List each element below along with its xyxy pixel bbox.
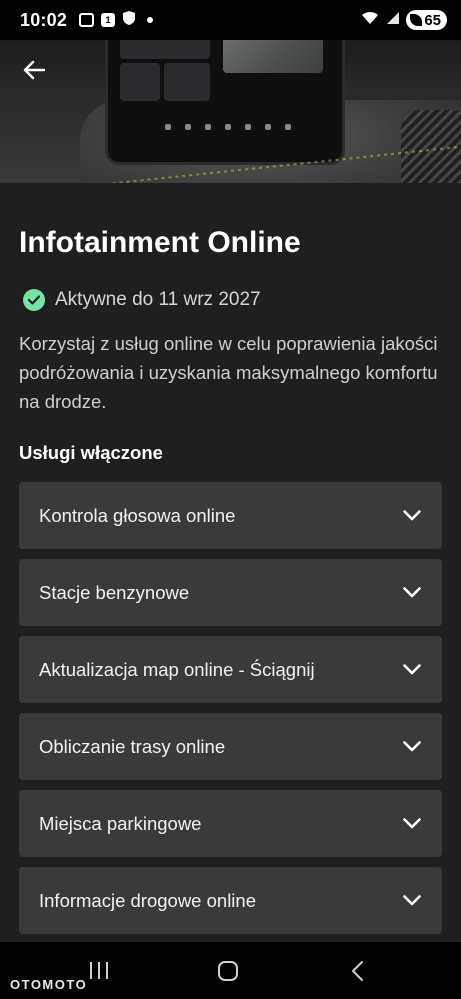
chevron-down-icon[interactable] [402,737,422,757]
status-text: Aktywne do 11 wrz 2027 [55,289,261,310]
infotainment-screen-illustration [105,40,345,165]
system-nav-bar: OTOMOTO [0,942,461,999]
battery-level: 65 [424,11,441,29]
screen-bottom-bar [118,118,338,136]
map-illustration [223,40,323,73]
signal-icon [386,11,400,30]
screenshot-icon [79,13,95,27]
chevron-left-icon [352,961,363,981]
arrow-left-icon [23,60,45,80]
battery-indicator: 65 [406,10,447,30]
watermark: OTOMOTO [10,977,88,992]
service-item[interactable]: Aktualizacja map online - Ściągnij [19,636,442,703]
description: Korzystaj z usług online w celu poprawie… [19,333,438,412]
service-label: Informacje drogowe online [39,889,256,911]
check-circle-icon [23,289,45,311]
dot-icon [147,17,154,23]
service-item[interactable]: Obliczanie trasy online [19,713,442,780]
service-label: Aktualizacja map online - Ściągnij [39,658,315,680]
wifi-icon [360,10,380,31]
home-button[interactable] [218,961,238,981]
page-title: Infotainment Online [19,226,301,259]
service-label: Stacje benzynowe [39,581,190,603]
recent-apps-button[interactable] [90,962,108,979]
subscription-status: Aktywne do 11 wrz 2027 [19,289,442,311]
service-label: Obliczanie trasy online [39,735,226,757]
back-button[interactable] [16,52,52,88]
chevron-down-icon[interactable] [402,891,422,911]
service-item[interactable]: Stacje benzynowe [19,559,442,626]
section-title: Usługi włączone [19,442,163,463]
hero-image [0,40,461,183]
service-label: Kontrola głosowa online [39,504,236,526]
service-item[interactable]: Kontrola głosowa online [19,482,442,549]
status-icons-left: 1 [79,10,154,31]
services-list: Kontrola głosowa online Stacje benzynowe… [19,482,442,934]
system-back-button[interactable] [350,960,364,987]
chevron-down-icon[interactable] [402,660,422,680]
chevron-down-icon[interactable] [402,583,422,603]
status-bar: 10:02 1 65 [0,0,461,40]
chevron-down-icon[interactable] [402,814,422,834]
status-right: 65 [360,10,447,31]
battery-saver-icon [410,14,423,26]
service-label: Miejsca parkingowe [39,812,202,834]
notification-badge-icon: 1 [101,13,116,27]
status-time: 10:02 [20,9,68,30]
shield-icon [122,10,136,31]
service-item[interactable]: Informacje drogowe online [19,867,442,934]
service-item[interactable]: Miejsca parkingowe [19,790,442,857]
main-content: Infotainment Online Aktywne do 11 wrz 20… [0,183,461,934]
chevron-down-icon[interactable] [402,506,422,526]
